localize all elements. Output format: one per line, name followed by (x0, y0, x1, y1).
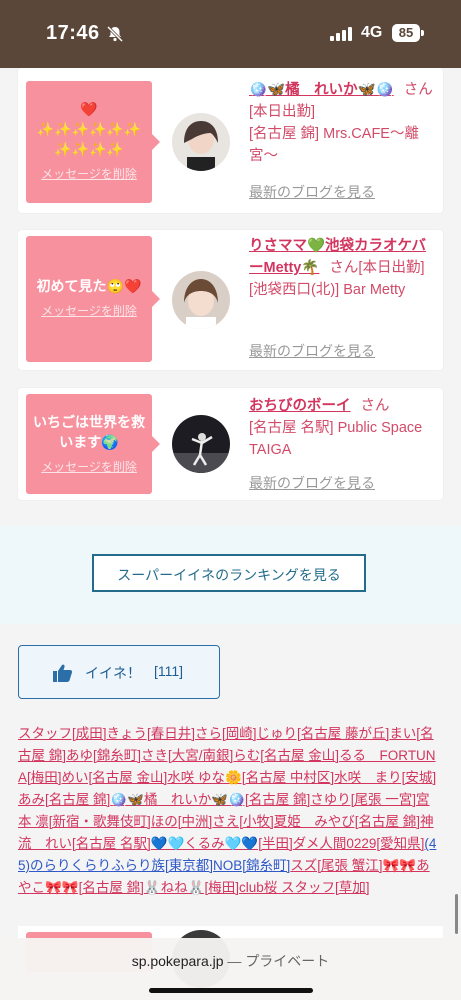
delete-message-link[interactable]: メッセージを削除 (41, 302, 137, 319)
private-mode-label: プライベート (245, 953, 330, 969)
network-type: 4G (361, 24, 383, 41)
liker-link[interactable]: さら[岡崎] (195, 726, 257, 741)
like-card: いちごは世界を救 います🌍 メッセージを削除 おちびのボーイ さん [名古屋 名駅… (18, 388, 443, 500)
cellular-signal-icon (330, 27, 354, 41)
liker-link[interactable]: 夏姫 みやび[名古屋 錦] (274, 814, 420, 829)
avatar[interactable] (172, 113, 230, 171)
liker-link[interactable]: 水咲 ゆな🌼[名古屋 中村区] (167, 770, 334, 785)
silent-bell-icon (106, 25, 124, 48)
message-line: います🌍 (59, 434, 119, 450)
clock: 17:46 (46, 22, 100, 44)
liker-link[interactable]: NOB[錦糸町] (213, 858, 290, 873)
battery-icon: 85 (392, 24, 420, 42)
message-line: ✨✨✨✨ (54, 141, 124, 157)
like-card: 初めて見た🙄❤️ メッセージを削除 りさママ💚池袋カラオケバーMetty🌴 さん[… (18, 230, 443, 370)
like-button[interactable]: イイネ！ [111] (18, 645, 220, 699)
status-bar: 17:46 4G 85 (0, 0, 461, 68)
message-bubble: いちごは世界を救 います🌍 メッセージを削除 (26, 394, 160, 494)
likers-list: スタッフ[成田]きょう[春日井]さら[岡崎]じゅり[名古屋 藤が丘]まい[名古屋… (18, 723, 443, 899)
liker-link[interactable]: さえ[小牧] (212, 814, 274, 829)
scrollbar[interactable] (455, 894, 458, 934)
delete-message-link[interactable]: メッセージを削除 (41, 458, 137, 475)
message-line: いちごは世界を救 (33, 414, 145, 430)
browser-url-bar[interactable]: sp.pokepara.jp — プライベート (0, 938, 461, 1000)
message-line: ✨✨✨✨✨✨ (36, 121, 142, 137)
latest-blog-link[interactable]: 最新のブログを見る (249, 473, 375, 493)
liker-link[interactable]: 水咲 まり[安城] (334, 770, 436, 785)
liker-link[interactable]: めい[名古屋 金山] (62, 770, 168, 785)
thumbs-up-icon (53, 664, 73, 687)
liker-link[interactable]: きょう[春日井] (107, 726, 196, 741)
cast-info: 🪩🦋橘 れいか🦋🪩 さん [本日出勤] [名古屋 錦] Mrs.CAFE〜離宮〜 (249, 82, 433, 164)
like-count: [111] (154, 663, 184, 679)
liker-link[interactable]: club桜 スタッフ[草加] (239, 880, 370, 895)
cast-name-link[interactable]: おちびのボーイ (249, 398, 351, 414)
liker-link[interactable]: じゅり[名古屋 藤が丘] (257, 726, 390, 741)
liker-link[interactable]: ほの[中洲] (151, 814, 213, 829)
super-like-ranking-button[interactable]: スーパーイイネのランキングを見る (92, 554, 366, 592)
message-bubble: ❤️ ✨✨✨✨✨✨ ✨✨✨✨ メッセージを削除 (26, 81, 160, 203)
url-domain: sp.pokepara.jp (131, 953, 224, 969)
liker-link[interactable]: さき[大宮/南銀] (141, 748, 233, 763)
cast-detail: [本日出勤] (249, 104, 316, 120)
ranking-section: スーパーイイネのランキングを見る (0, 526, 461, 624)
cast-detail: [池袋西口(北)] Bar Metty (249, 282, 406, 298)
liker-link[interactable]: あみ[名古屋 錦] (18, 792, 110, 807)
message-line: ❤️ (80, 101, 98, 117)
avatar[interactable] (172, 271, 230, 329)
home-indicator[interactable] (149, 988, 313, 993)
cast-info: おちびのボーイ さん [名古屋 名駅] Public Space TAIGA (249, 398, 423, 458)
liker-link[interactable]: 💙🩵くるみ🩵💙[半田] (151, 836, 293, 851)
page-content: ❤️ ✨✨✨✨✨✨ ✨✨✨✨ メッセージを削除 🪩🦋橘 れいか🦋🪩 さん [本日出… (0, 68, 461, 1000)
liker-link[interactable]: らむ[名古屋 金山] (233, 748, 339, 763)
liker-link[interactable]: 🐰ねね🐰[梅田] (144, 880, 239, 895)
liker-link[interactable]: あゆ[錦糸町] (66, 748, 141, 763)
avatar[interactable] (172, 415, 230, 473)
liker-link[interactable]: スズ[尾張 蟹江] (290, 858, 382, 873)
latest-blog-link[interactable]: 最新のブログを見る (249, 341, 375, 361)
message-line: 初めて見た🙄❤️ (36, 278, 142, 294)
cast-info: りさママ💚池袋カラオケバーMetty🌴 さん[本日出勤] [池袋西口(北)] Ba… (249, 238, 426, 298)
cast-detail: [名古屋 錦] Mrs.CAFE〜離宮〜 (249, 126, 419, 164)
like-card: ❤️ ✨✨✨✨✨✨ ✨✨✨✨ メッセージを削除 🪩🦋橘 れいか🦋🪩 さん [本日出… (18, 68, 443, 213)
latest-blog-link[interactable]: 最新のブログを見る (249, 182, 375, 202)
like-label: イイネ！ (85, 665, 141, 681)
liker-link[interactable]: 🪩🦋橘 れいか🦋🪩[名古屋 錦] (110, 792, 310, 807)
liker-link[interactable]: さゆり[尾張 一宮] (310, 792, 416, 807)
cast-name-link[interactable]: 🪩🦋橘 れいか🦋🪩 (249, 82, 394, 98)
cast-detail: [本日出勤] (358, 260, 425, 276)
delete-message-link[interactable]: メッセージを削除 (41, 165, 137, 182)
liker-link[interactable]: スタッフ[成田] (18, 726, 107, 741)
liker-link[interactable]: ダメ人間0229[愛知県] (293, 836, 425, 851)
message-bubble: 初めて見た🙄❤️ メッセージを削除 (26, 236, 160, 362)
cast-detail: [名古屋 名駅] Public Space TAIGA (249, 420, 423, 458)
